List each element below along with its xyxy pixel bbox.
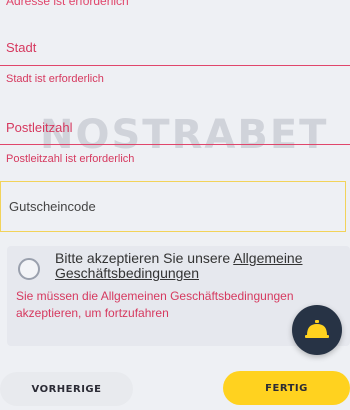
terms-prefix: Bitte akzeptieren Sie unsere (55, 250, 231, 266)
city-error: Stadt ist erforderlich (6, 73, 104, 85)
previous-button[interactable]: VORHERIGE (0, 372, 133, 406)
address-error: Adresse ist erforderlich (6, 0, 129, 8)
terms-text: Bitte akzeptieren Sie unsere Allgemeine … (55, 251, 335, 281)
city-label: Stadt (6, 40, 37, 55)
city-field[interactable]: Stadt Stadt ist erforderlich (0, 40, 350, 90)
city-underline (0, 65, 350, 66)
service-bell-icon (305, 320, 329, 338)
voucher-input[interactable] (7, 198, 331, 215)
support-button[interactable] (292, 305, 342, 355)
done-button[interactable]: FERTIG (223, 371, 350, 405)
zip-field[interactable]: Postleitzahl Postleitzahl ist erforderli… (0, 120, 350, 170)
zip-label: Postleitzahl (6, 120, 73, 135)
voucher-field[interactable] (0, 181, 346, 232)
zip-underline (0, 144, 350, 145)
zip-error: Postleitzahl ist erforderlich (6, 153, 135, 165)
terms-radio[interactable] (18, 258, 40, 280)
